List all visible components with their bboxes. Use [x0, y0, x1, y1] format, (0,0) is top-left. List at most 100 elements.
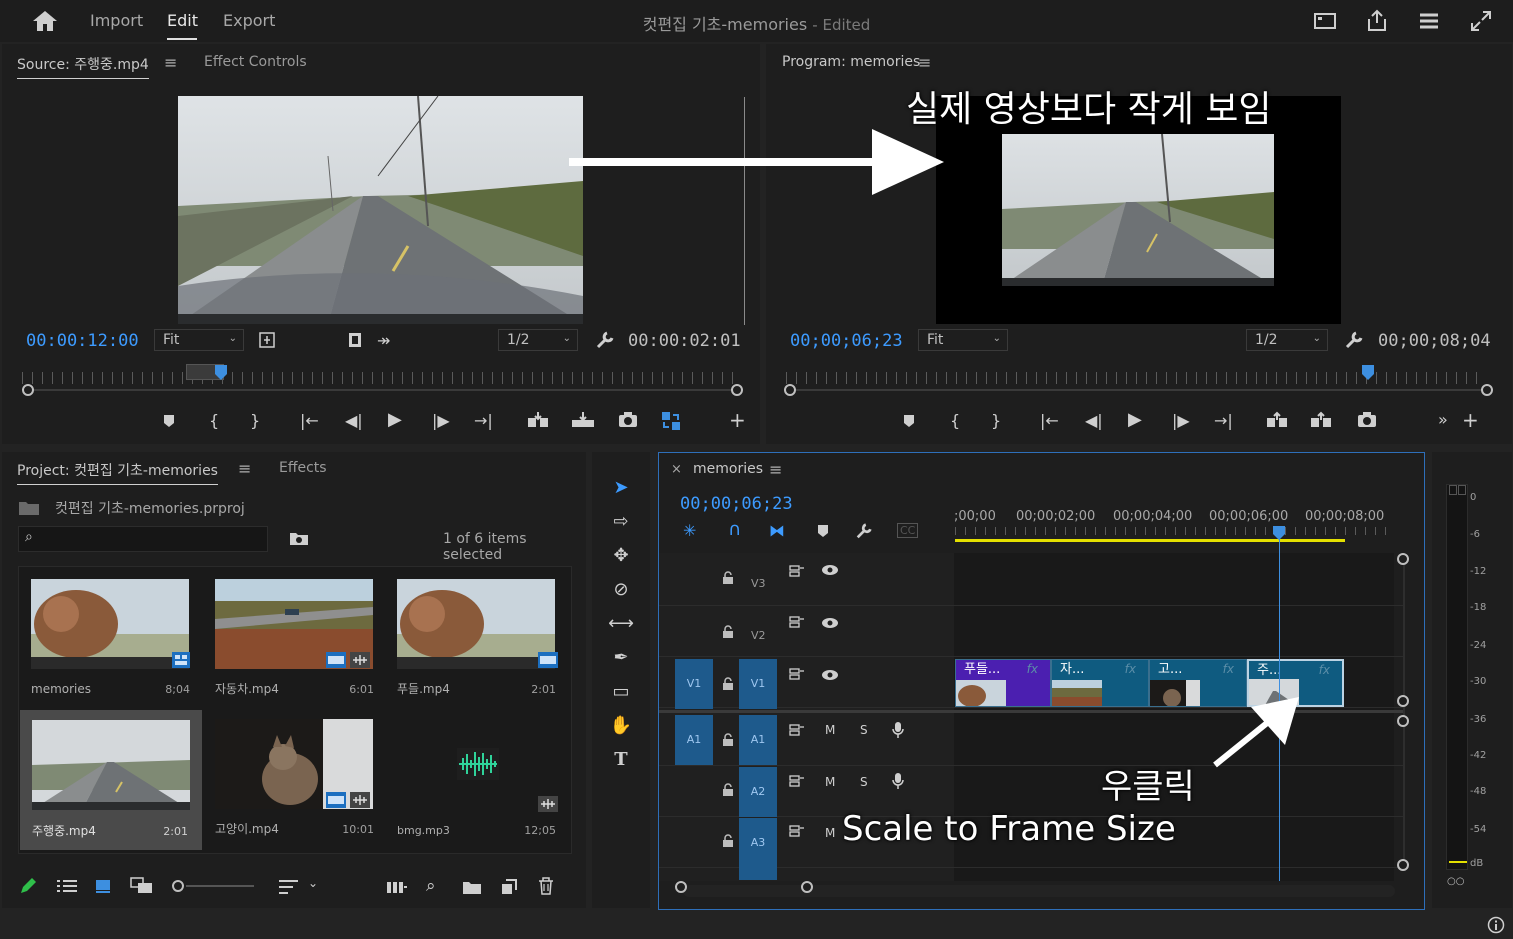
rectangle-tool-icon[interactable]: ▭: [607, 678, 635, 706]
add-marker-icon[interactable]: [817, 524, 829, 538]
new-search-bin-icon[interactable]: [289, 530, 309, 546]
tab-effect-controls[interactable]: Effect Controls: [204, 54, 307, 70]
program-zoom-dropdown[interactable]: Fit ⌄: [918, 329, 1008, 351]
lock-icon[interactable]: [721, 625, 735, 639]
sync-lock-icon[interactable]: [789, 723, 805, 737]
linked-selection-icon[interactable]: ⧓: [769, 521, 785, 540]
sync-lock-icon[interactable]: [789, 667, 805, 681]
project-item[interactable]: 푸들.mp4 2:01: [392, 574, 564, 702]
scroll-handle[interactable]: [1397, 695, 1409, 707]
find-icon[interactable]: ⌕: [426, 876, 436, 896]
thumbnail-size-slider-handle[interactable]: [172, 880, 184, 892]
tab-program[interactable]: Program: memories: [782, 54, 920, 70]
scroll-handle[interactable]: [1397, 553, 1409, 565]
panel-menu-icon[interactable]: ≡: [238, 459, 251, 478]
timeline-clip[interactable]: 푸들... fx: [955, 659, 1051, 707]
mute-button[interactable]: M: [825, 775, 835, 789]
mark-in-icon[interactable]: {: [209, 411, 219, 430]
export-frame-camera-icon[interactable]: [1356, 411, 1378, 429]
mute-button[interactable]: M: [825, 723, 835, 737]
track-target-a2[interactable]: A2: [739, 767, 777, 817]
sync-lock-icon[interactable]: [789, 564, 805, 578]
program-resolution-dropdown[interactable]: 1/2 ⌄: [1246, 329, 1328, 351]
go-to-in-icon[interactable]: |←: [1040, 411, 1059, 430]
insert-overwrite-toggle-icon[interactable]: [661, 411, 681, 431]
info-icon[interactable]: [1487, 916, 1505, 934]
track-label-v3[interactable]: V3: [751, 577, 766, 590]
timeline-timecode[interactable]: 00;00;06;23: [680, 494, 793, 514]
new-item-icon[interactable]: [500, 878, 518, 896]
go-to-out-icon[interactable]: →|: [1214, 411, 1233, 430]
freeform-view-icon[interactable]: [130, 877, 154, 895]
trash-icon[interactable]: [538, 877, 554, 895]
track-label-v2[interactable]: V2: [751, 629, 766, 642]
fullscreen-icon[interactable]: [1468, 8, 1494, 34]
lock-icon[interactable]: [721, 783, 735, 797]
source-time-ruler[interactable]: [22, 372, 738, 384]
source-zoom-handle-right[interactable]: [731, 384, 743, 396]
microphone-icon[interactable]: [891, 772, 905, 790]
overwrite-icon[interactable]: [570, 411, 596, 429]
tab-project[interactable]: Project: 컷편집 기초-memories: [17, 460, 218, 485]
track-target-v1[interactable]: V1: [739, 659, 777, 709]
play-icon[interactable]: ▶: [388, 409, 402, 430]
lock-icon[interactable]: [721, 677, 735, 691]
eye-icon[interactable]: [821, 564, 839, 576]
go-to-in-icon[interactable]: |←: [300, 411, 319, 430]
automate-to-sequence-icon[interactable]: [386, 879, 408, 895]
meter-solo-buttons[interactable]: ○○: [1447, 876, 1464, 887]
lift-icon[interactable]: [1265, 411, 1291, 429]
share-icon[interactable]: [1364, 8, 1390, 34]
lock-icon[interactable]: [721, 571, 735, 585]
snap-magnet-icon[interactable]: ∩: [728, 519, 741, 540]
wrench-icon[interactable]: [1344, 330, 1364, 350]
add-marker-icon[interactable]: [902, 413, 916, 429]
insert-icon[interactable]: [526, 411, 552, 429]
mark-out-icon[interactable]: }: [991, 411, 1001, 430]
tab-source[interactable]: Source: 주행중.mp4: [17, 54, 149, 79]
pencil-icon[interactable]: [18, 876, 38, 896]
program-playhead[interactable]: [1361, 364, 1375, 382]
panel-menu-icon[interactable]: ≡: [164, 53, 177, 72]
timeline-clip[interactable]: 자... fx: [1051, 659, 1149, 707]
go-to-out-icon[interactable]: →|: [474, 411, 493, 430]
film-strip-icon[interactable]: [346, 331, 364, 349]
add-marker-icon[interactable]: [162, 413, 176, 429]
source-timecode[interactable]: 00:00:12:00: [26, 331, 139, 351]
work-area-bar[interactable]: [955, 539, 1345, 542]
source-zoom-handle-left[interactable]: [22, 384, 34, 396]
nest-icon[interactable]: ✳: [683, 521, 696, 540]
wrench-icon[interactable]: [855, 522, 873, 540]
mark-out-icon[interactable]: }: [250, 411, 260, 430]
project-search-input[interactable]: ⌕: [18, 526, 268, 552]
icon-view-icon[interactable]: [94, 878, 112, 894]
timeline-ruler-ticks[interactable]: [955, 527, 1395, 535]
step-back-icon[interactable]: ◀|: [1085, 411, 1103, 430]
source-patch-v1[interactable]: V1: [675, 659, 713, 709]
program-timecode[interactable]: 00;00;06;23: [790, 331, 903, 351]
lock-icon[interactable]: [721, 834, 735, 848]
selection-tool-icon[interactable]: ➤: [607, 474, 635, 502]
sort-icon[interactable]: [278, 878, 300, 896]
list-view-icon[interactable]: [56, 878, 78, 894]
program-zoom-bar[interactable]: [796, 389, 1486, 391]
type-tool-icon[interactable]: T: [607, 746, 635, 774]
source-playhead[interactable]: [214, 364, 228, 382]
solo-button[interactable]: S: [860, 775, 868, 789]
project-item[interactable]: memories 8;04: [26, 574, 198, 702]
sync-lock-icon[interactable]: [789, 774, 805, 788]
quick-export-icon[interactable]: [1416, 8, 1442, 34]
thumbnail-size-slider[interactable]: [186, 885, 254, 887]
lock-icon[interactable]: [721, 733, 735, 747]
solo-button[interactable]: S: [860, 723, 868, 737]
step-forward-icon[interactable]: |▶: [432, 411, 450, 430]
audio-drag-icon[interactable]: ↠: [377, 331, 390, 350]
source-resolution-dropdown[interactable]: 1/2 ⌄: [498, 329, 578, 351]
mark-in-icon[interactable]: {: [950, 411, 960, 430]
scroll-handle[interactable]: [1397, 859, 1409, 871]
program-zoom-handle-right[interactable]: [1481, 384, 1493, 396]
settings-toggle-icon[interactable]: [258, 331, 276, 349]
ripple-edit-tool-icon[interactable]: ✥: [607, 542, 635, 570]
track-select-tool-icon[interactable]: ⇨: [607, 508, 635, 536]
source-patch-a1[interactable]: A1: [675, 715, 713, 765]
